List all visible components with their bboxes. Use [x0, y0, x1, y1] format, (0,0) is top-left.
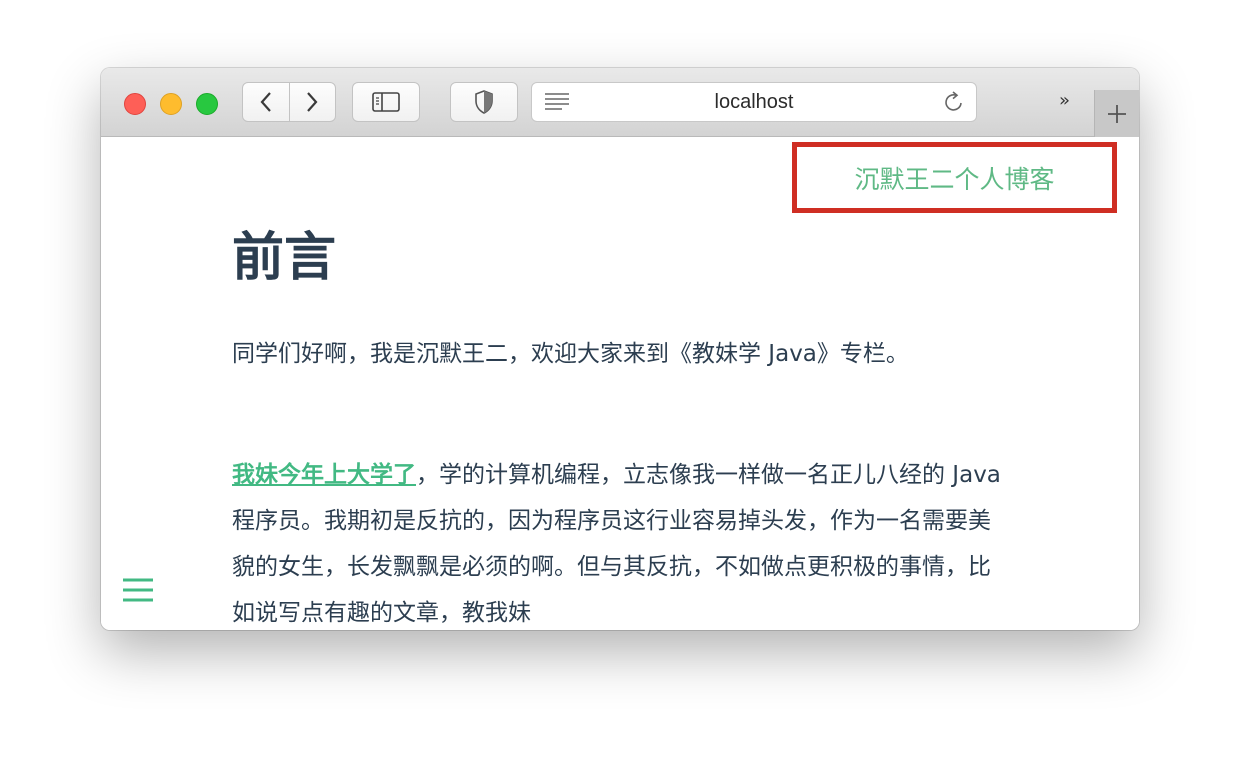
address-text[interactable]: localhost — [532, 83, 976, 121]
chevron-right-icon — [307, 92, 318, 112]
minimize-window-button[interactable] — [160, 93, 182, 115]
more-toolbar-items-button[interactable]: » — [1059, 90, 1070, 111]
address-bar[interactable]: localhost — [531, 82, 977, 122]
reload-icon[interactable] — [942, 90, 966, 114]
close-window-button[interactable] — [124, 93, 146, 115]
story-paragraph: 我妹今年上大学了，学的计算机编程，立志像我一样做一名正儿八经的 Java 程序员… — [232, 452, 1012, 630]
browser-toolbar: localhost » — [101, 68, 1139, 137]
forward-button[interactable] — [290, 83, 336, 121]
plus-icon — [1108, 104, 1126, 123]
page-title: 前言 — [232, 228, 337, 288]
personal-blog-link[interactable]: 沉默王二个人博客 — [792, 142, 1117, 213]
sidebar-toggle-button[interactable] — [352, 82, 420, 122]
zoom-window-button[interactable] — [196, 93, 218, 115]
browser-window: localhost » 沉默王二个人博客 前言 同学们好啊，我是沉默王二，欢迎大… — [101, 68, 1139, 630]
new-tab-button[interactable] — [1094, 90, 1139, 137]
sister-college-link[interactable]: 我妹今年上大学了 — [232, 462, 416, 488]
sidebar-icon — [372, 92, 400, 112]
back-button[interactable] — [243, 83, 290, 121]
shield-icon — [475, 90, 493, 114]
intro-paragraph: 同学们好啊，我是沉默王二，欢迎大家来到《教妹学 Java》专栏。 — [232, 341, 909, 367]
chevron-left-icon — [260, 92, 271, 112]
hamburger-menu-icon[interactable] — [123, 577, 153, 603]
navigation-buttons — [242, 82, 336, 122]
privacy-report-button[interactable] — [450, 82, 518, 122]
